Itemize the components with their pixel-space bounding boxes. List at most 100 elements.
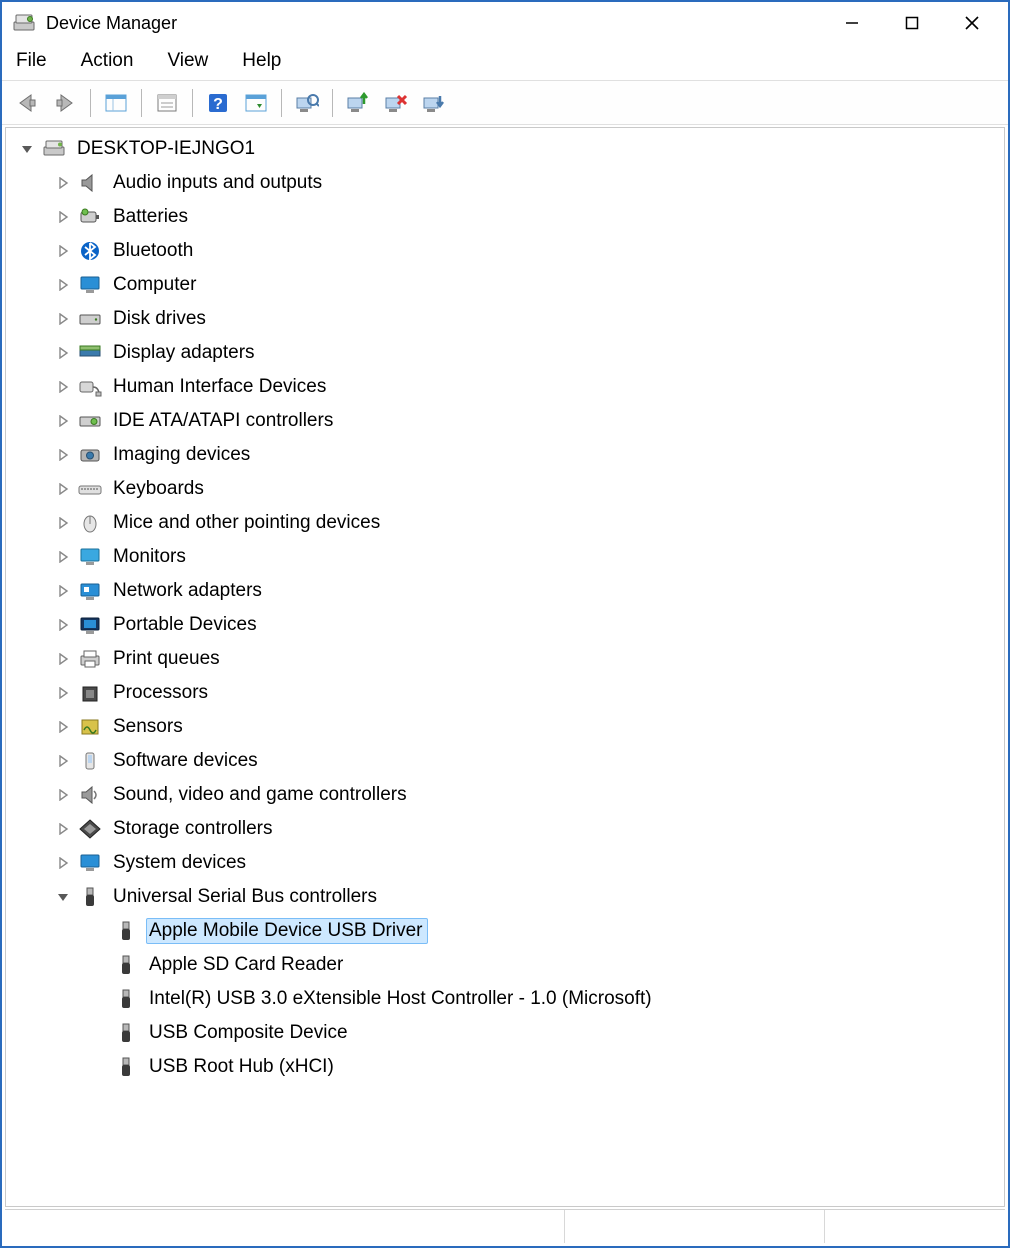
- chevron-right-icon[interactable]: [52, 580, 74, 602]
- menu-file[interactable]: File: [12, 48, 51, 74]
- portable-icon: [76, 613, 104, 637]
- tree-category-row[interactable]: Display adapters: [6, 336, 1004, 370]
- tree-root-row[interactable]: DESKTOP-IEJNGO1: [6, 132, 1004, 166]
- usb-icon: [112, 1021, 140, 1045]
- tree-device-row[interactable]: Apple Mobile Device USB Driver: [6, 914, 1004, 948]
- toolbar-refresh-button[interactable]: [239, 86, 273, 120]
- tree-category-row[interactable]: Human Interface Devices: [6, 370, 1004, 404]
- maximize-button[interactable]: [882, 2, 942, 44]
- toolbar-showhide-button[interactable]: [99, 86, 133, 120]
- tree-device-label: Intel(R) USB 3.0 eXtensible Host Control…: [146, 986, 657, 1012]
- tree-category-row[interactable]: Print queues: [6, 642, 1004, 676]
- menu-action[interactable]: Action: [77, 48, 138, 74]
- chevron-right-icon[interactable]: [52, 308, 74, 330]
- system-icon: [76, 851, 104, 875]
- minimize-button[interactable]: [822, 2, 882, 44]
- tree-category-label: Bluetooth: [110, 238, 198, 264]
- chevron-right-icon[interactable]: [52, 750, 74, 772]
- tree-category-row[interactable]: Keyboards: [6, 472, 1004, 506]
- printer-icon: [76, 647, 104, 671]
- toolbar-update-button[interactable]: [341, 86, 375, 120]
- tree-category-row[interactable]: Software devices: [6, 744, 1004, 778]
- chevron-right-icon[interactable]: [52, 342, 74, 364]
- app-icon: [12, 11, 36, 35]
- tree-category-row[interactable]: Disk drives: [6, 302, 1004, 336]
- chevron-down-icon[interactable]: [16, 138, 38, 160]
- chevron-down-icon[interactable]: [52, 886, 74, 908]
- menu-help[interactable]: Help: [238, 48, 285, 74]
- tree-category-row[interactable]: Storage controllers: [6, 812, 1004, 846]
- computer-icon: [76, 273, 104, 297]
- tree-device-row[interactable]: USB Composite Device: [6, 1016, 1004, 1050]
- toolbar-scan-button[interactable]: [290, 86, 324, 120]
- sound-icon: [76, 783, 104, 807]
- chevron-right-icon[interactable]: [52, 410, 74, 432]
- tree-category-row[interactable]: Universal Serial Bus controllers: [6, 880, 1004, 914]
- chevron-right-icon[interactable]: [52, 682, 74, 704]
- tree-category-row[interactable]: Batteries: [6, 200, 1004, 234]
- chevron-right-icon[interactable]: [52, 852, 74, 874]
- toolbar-separator: [192, 89, 193, 117]
- tree-category-label: Print queues: [110, 646, 225, 672]
- tree-category-row[interactable]: Monitors: [6, 540, 1004, 574]
- tree-device-row[interactable]: USB Root Hub (xHCI): [6, 1050, 1004, 1084]
- chevron-right-icon[interactable]: [52, 274, 74, 296]
- tree-category-row[interactable]: Processors: [6, 676, 1004, 710]
- chevron-right-icon[interactable]: [52, 614, 74, 636]
- tree-category-label: Processors: [110, 680, 213, 706]
- tree-category-row[interactable]: Network adapters: [6, 574, 1004, 608]
- tree-category-label: Software devices: [110, 748, 263, 774]
- chevron-right-icon[interactable]: [52, 240, 74, 262]
- tree-category-row[interactable]: Audio inputs and outputs: [6, 166, 1004, 200]
- tree-category-label: Audio inputs and outputs: [110, 170, 327, 196]
- tree-category-label: Human Interface Devices: [110, 374, 331, 400]
- toolbar-disable-button[interactable]: [417, 86, 451, 120]
- toolbar-back-button[interactable]: [10, 86, 44, 120]
- chevron-right-icon[interactable]: [52, 172, 74, 194]
- chevron-right-icon[interactable]: [52, 818, 74, 840]
- tree-category-label: Mice and other pointing devices: [110, 510, 385, 536]
- device-tree[interactable]: DESKTOP-IEJNGO1 Audio inputs and outputs…: [5, 127, 1005, 1207]
- tree-device-label: Apple SD Card Reader: [146, 952, 348, 978]
- tree-category-row[interactable]: Mice and other pointing devices: [6, 506, 1004, 540]
- tree-category-row[interactable]: Sound, video and game controllers: [6, 778, 1004, 812]
- tree-category-row[interactable]: System devices: [6, 846, 1004, 880]
- tree-category-label: Keyboards: [110, 476, 209, 502]
- chevron-right-icon[interactable]: [52, 512, 74, 534]
- toolbar-uninstall-button[interactable]: [379, 86, 413, 120]
- toolbar-properties-button[interactable]: [150, 86, 184, 120]
- chevron-right-icon[interactable]: [52, 444, 74, 466]
- tree-category-label: IDE ATA/ATAPI controllers: [110, 408, 338, 434]
- tree-device-row[interactable]: Intel(R) USB 3.0 eXtensible Host Control…: [6, 982, 1004, 1016]
- menu-view[interactable]: View: [163, 48, 212, 74]
- tree-category-label: Sensors: [110, 714, 188, 740]
- tree-device-label: USB Composite Device: [146, 1020, 353, 1046]
- usb-icon: [112, 953, 140, 977]
- tree-device-label: Apple Mobile Device USB Driver: [146, 918, 428, 944]
- computer-icon: [40, 137, 68, 161]
- tree-category-row[interactable]: Portable Devices: [6, 608, 1004, 642]
- hid-icon: [76, 375, 104, 399]
- chevron-right-icon[interactable]: [52, 716, 74, 738]
- chevron-right-icon[interactable]: [52, 648, 74, 670]
- tree-category-row[interactable]: Imaging devices: [6, 438, 1004, 472]
- close-button[interactable]: [942, 2, 1002, 44]
- chevron-right-icon[interactable]: [52, 206, 74, 228]
- chevron-right-icon[interactable]: [52, 784, 74, 806]
- chevron-right-icon[interactable]: [52, 478, 74, 500]
- storage-icon: [76, 817, 104, 841]
- tree-device-row[interactable]: Apple SD Card Reader: [6, 948, 1004, 982]
- network-icon: [76, 579, 104, 603]
- chevron-right-icon[interactable]: [52, 546, 74, 568]
- tree-category-row[interactable]: Sensors: [6, 710, 1004, 744]
- tree-category-label: Batteries: [110, 204, 193, 230]
- tree-category-row[interactable]: Computer: [6, 268, 1004, 302]
- toolbar-help-button[interactable]: ?: [201, 86, 235, 120]
- status-cell: [5, 1210, 565, 1243]
- tree-category-row[interactable]: Bluetooth: [6, 234, 1004, 268]
- usb-icon: [76, 885, 104, 909]
- tree-category-row[interactable]: IDE ATA/ATAPI controllers: [6, 404, 1004, 438]
- toolbar-forward-button[interactable]: [48, 86, 82, 120]
- chevron-right-icon[interactable]: [52, 376, 74, 398]
- status-cell: [825, 1210, 1005, 1243]
